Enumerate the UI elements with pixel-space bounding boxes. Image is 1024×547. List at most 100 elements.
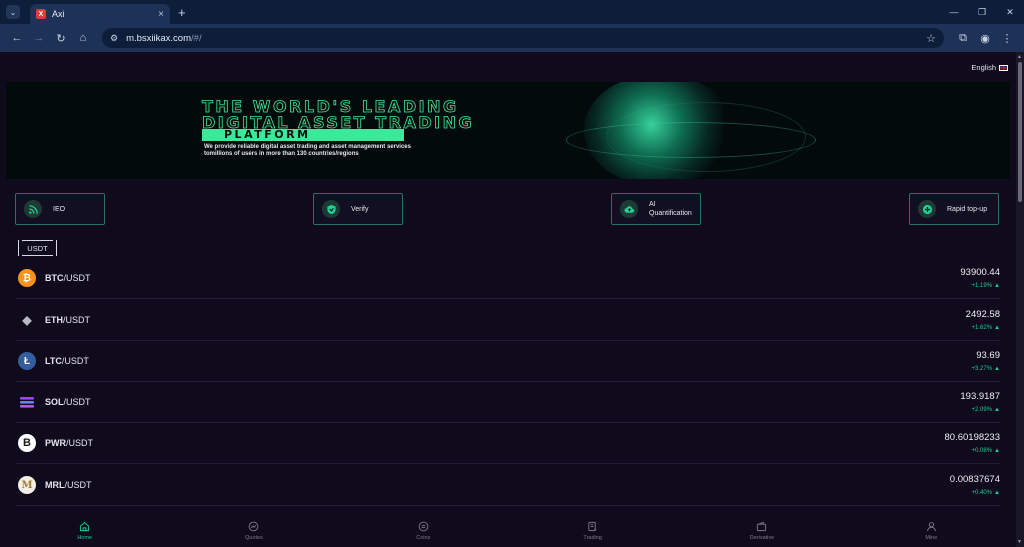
- wallet-icon: [757, 521, 767, 532]
- banner-subtitle-1: We provide reliable digital asset tradin…: [204, 144, 411, 150]
- last-price: 0.00837674: [949, 474, 1000, 485]
- hero-banner[interactable]: THE WORLD'S LEADING DIGITAL ASSET TRADIN…: [6, 82, 1010, 179]
- price-change: +1.62%: [971, 325, 993, 331]
- trading-icon: [588, 521, 597, 532]
- scrollbar-thumb[interactable]: [1018, 62, 1022, 202]
- restore-icon[interactable]: ❐: [968, 0, 996, 24]
- forward-icon[interactable]: →: [28, 27, 50, 49]
- tab-close-icon[interactable]: ×: [158, 9, 164, 20]
- shortcut-label: AI Quantification: [649, 201, 692, 217]
- cloud-upload-icon: [620, 200, 638, 218]
- eth-coin-icon: ◆: [18, 311, 36, 329]
- url-host: m.bsxiikax.com: [126, 32, 192, 44]
- nav-quotes[interactable]: Quotes: [169, 515, 338, 547]
- market-row-eth[interactable]: ◆ ETH/USDT 2492.58 +1.62% ▲: [16, 300, 1000, 341]
- pair-quote: /USDT: [63, 315, 90, 325]
- home-browser-icon[interactable]: ⌂: [72, 27, 94, 49]
- shortcut-ieo[interactable]: IEO: [15, 193, 105, 225]
- shortcut-ai-quantification[interactable]: AI Quantification: [611, 193, 701, 225]
- nav-coins[interactable]: Coins: [339, 515, 508, 547]
- browser-tab[interactable]: X Axi ×: [30, 4, 170, 24]
- pair-quote: /USDT: [63, 397, 91, 407]
- nav-label: Mine: [925, 535, 938, 541]
- nav-derivative[interactable]: Derivative: [677, 515, 846, 547]
- page-content: English THE WORLD'S LEADING DIGITAL ASSE…: [0, 52, 1016, 547]
- pair-quote: /USDT: [64, 480, 92, 490]
- market-tab-usdt[interactable]: USDT: [18, 240, 57, 256]
- scroll-down-icon[interactable]: ▼: [1017, 539, 1022, 545]
- shortcut-label: IEO: [53, 205, 66, 213]
- nav-label: Quotes: [245, 535, 263, 541]
- banner-platform: PLATFORM: [202, 129, 404, 141]
- nav-label: Home: [77, 535, 92, 541]
- browser-toolbar: ← → ↻ ⌂ ⚙ m.bsxiikax.com /#/ ☆ ⧉ ◉ ⋮: [0, 24, 1024, 52]
- url-path: /#/: [191, 32, 202, 44]
- browser-menu-icon[interactable]: ⋮: [996, 27, 1018, 49]
- coin-icon: [418, 521, 429, 532]
- market-row-pwr[interactable]: B PWR/USDT 80.60198233 +0.08% ▲: [16, 423, 1000, 464]
- nav-label: Coins: [416, 535, 431, 541]
- nav-label: Derivative: [749, 535, 775, 541]
- last-price: 93900.44: [960, 267, 1000, 278]
- pair-quote: /USDT: [63, 273, 91, 283]
- pair-base: MRL: [45, 480, 65, 490]
- up-arrow-icon: ▲: [994, 448, 1000, 454]
- site-favicon-icon: X: [36, 9, 46, 19]
- language-selector[interactable]: English: [971, 63, 1008, 72]
- shortcut-label: Rapid top-up: [947, 205, 988, 213]
- last-price: 193.9187: [960, 391, 1000, 402]
- up-arrow-icon: ▲: [994, 366, 1000, 372]
- address-bar[interactable]: ⚙ m.bsxiikax.com /#/ ☆: [102, 28, 944, 48]
- page-scrollbar[interactable]: ▲ ▼: [1016, 52, 1024, 547]
- scroll-up-icon[interactable]: ▲: [1017, 54, 1022, 60]
- bookmark-star-icon[interactable]: ☆: [926, 32, 936, 45]
- nav-home[interactable]: Home: [0, 515, 169, 547]
- new-tab-button[interactable]: +: [178, 5, 186, 20]
- site-info-icon[interactable]: ⚙: [110, 33, 118, 44]
- home-icon: [80, 522, 90, 532]
- globe-ring: [566, 122, 816, 158]
- price-change: +0.08%: [971, 448, 993, 454]
- mrl-coin-icon: M: [18, 476, 36, 494]
- back-icon[interactable]: ←: [6, 27, 28, 49]
- market-row-sol[interactable]: SOL/USDT 193.9187 +2.09% ▲: [16, 382, 1000, 423]
- shortcut-verify[interactable]: Verify: [313, 193, 403, 225]
- rss-icon: [24, 200, 42, 218]
- market-row-ltc[interactable]: Ł LTC/USDT 93.69 +3.27% ▲: [16, 341, 1000, 382]
- user-icon: [926, 522, 936, 532]
- plus-circle-icon: [918, 200, 936, 218]
- ltc-coin-icon: Ł: [18, 352, 36, 370]
- price-change: +0.40%: [971, 490, 993, 496]
- shortcut-label: Verify: [351, 205, 369, 213]
- banner-subtitle-2: tomillions of users in more than 130 cou…: [204, 151, 359, 157]
- chart-icon: [249, 521, 259, 532]
- reload-icon[interactable]: ↻: [50, 27, 72, 49]
- pair-quote: /USDT: [61, 356, 89, 366]
- btc-coin-icon: ₿: [18, 269, 36, 287]
- close-window-icon[interactable]: ✕: [996, 0, 1024, 24]
- market-row-btc[interactable]: ₿ BTC/USDT 93900.44 +1.19% ▲: [16, 258, 1000, 299]
- pair-quote: /USDT: [66, 438, 93, 448]
- language-label: English: [971, 63, 996, 72]
- pair-base: ETH: [45, 315, 63, 325]
- shield-check-icon: [322, 200, 340, 218]
- last-price: 93.69: [976, 350, 1000, 361]
- sol-coin-icon: [18, 393, 36, 411]
- nav-mine[interactable]: Mine: [847, 515, 1016, 547]
- tab-title: Axi: [52, 9, 65, 19]
- pair-base: SOL: [45, 397, 64, 407]
- profile-icon[interactable]: ◉: [974, 27, 996, 49]
- price-change: +3.27%: [971, 366, 993, 372]
- pair-base: BTC: [45, 273, 64, 283]
- minimize-icon[interactable]: —: [940, 0, 968, 24]
- extensions-icon[interactable]: ⧉: [952, 27, 974, 49]
- pair-base: LTC: [45, 356, 62, 366]
- bottom-nav: Home Quotes Coins Trading Derivative Min…: [0, 515, 1016, 547]
- pwr-coin-icon: B: [18, 434, 36, 452]
- up-arrow-icon: ▲: [994, 325, 1000, 331]
- nav-trading[interactable]: Trading: [508, 515, 677, 547]
- market-row-mrl[interactable]: M MRL/USDT 0.00837674 +0.40% ▲: [16, 465, 1000, 506]
- browser-tab-bar: ⌄ X Axi × + — ❐ ✕: [0, 0, 1024, 24]
- shortcut-rapid-top-up[interactable]: Rapid top-up: [909, 193, 999, 225]
- tab-search-button[interactable]: ⌄: [6, 5, 20, 19]
